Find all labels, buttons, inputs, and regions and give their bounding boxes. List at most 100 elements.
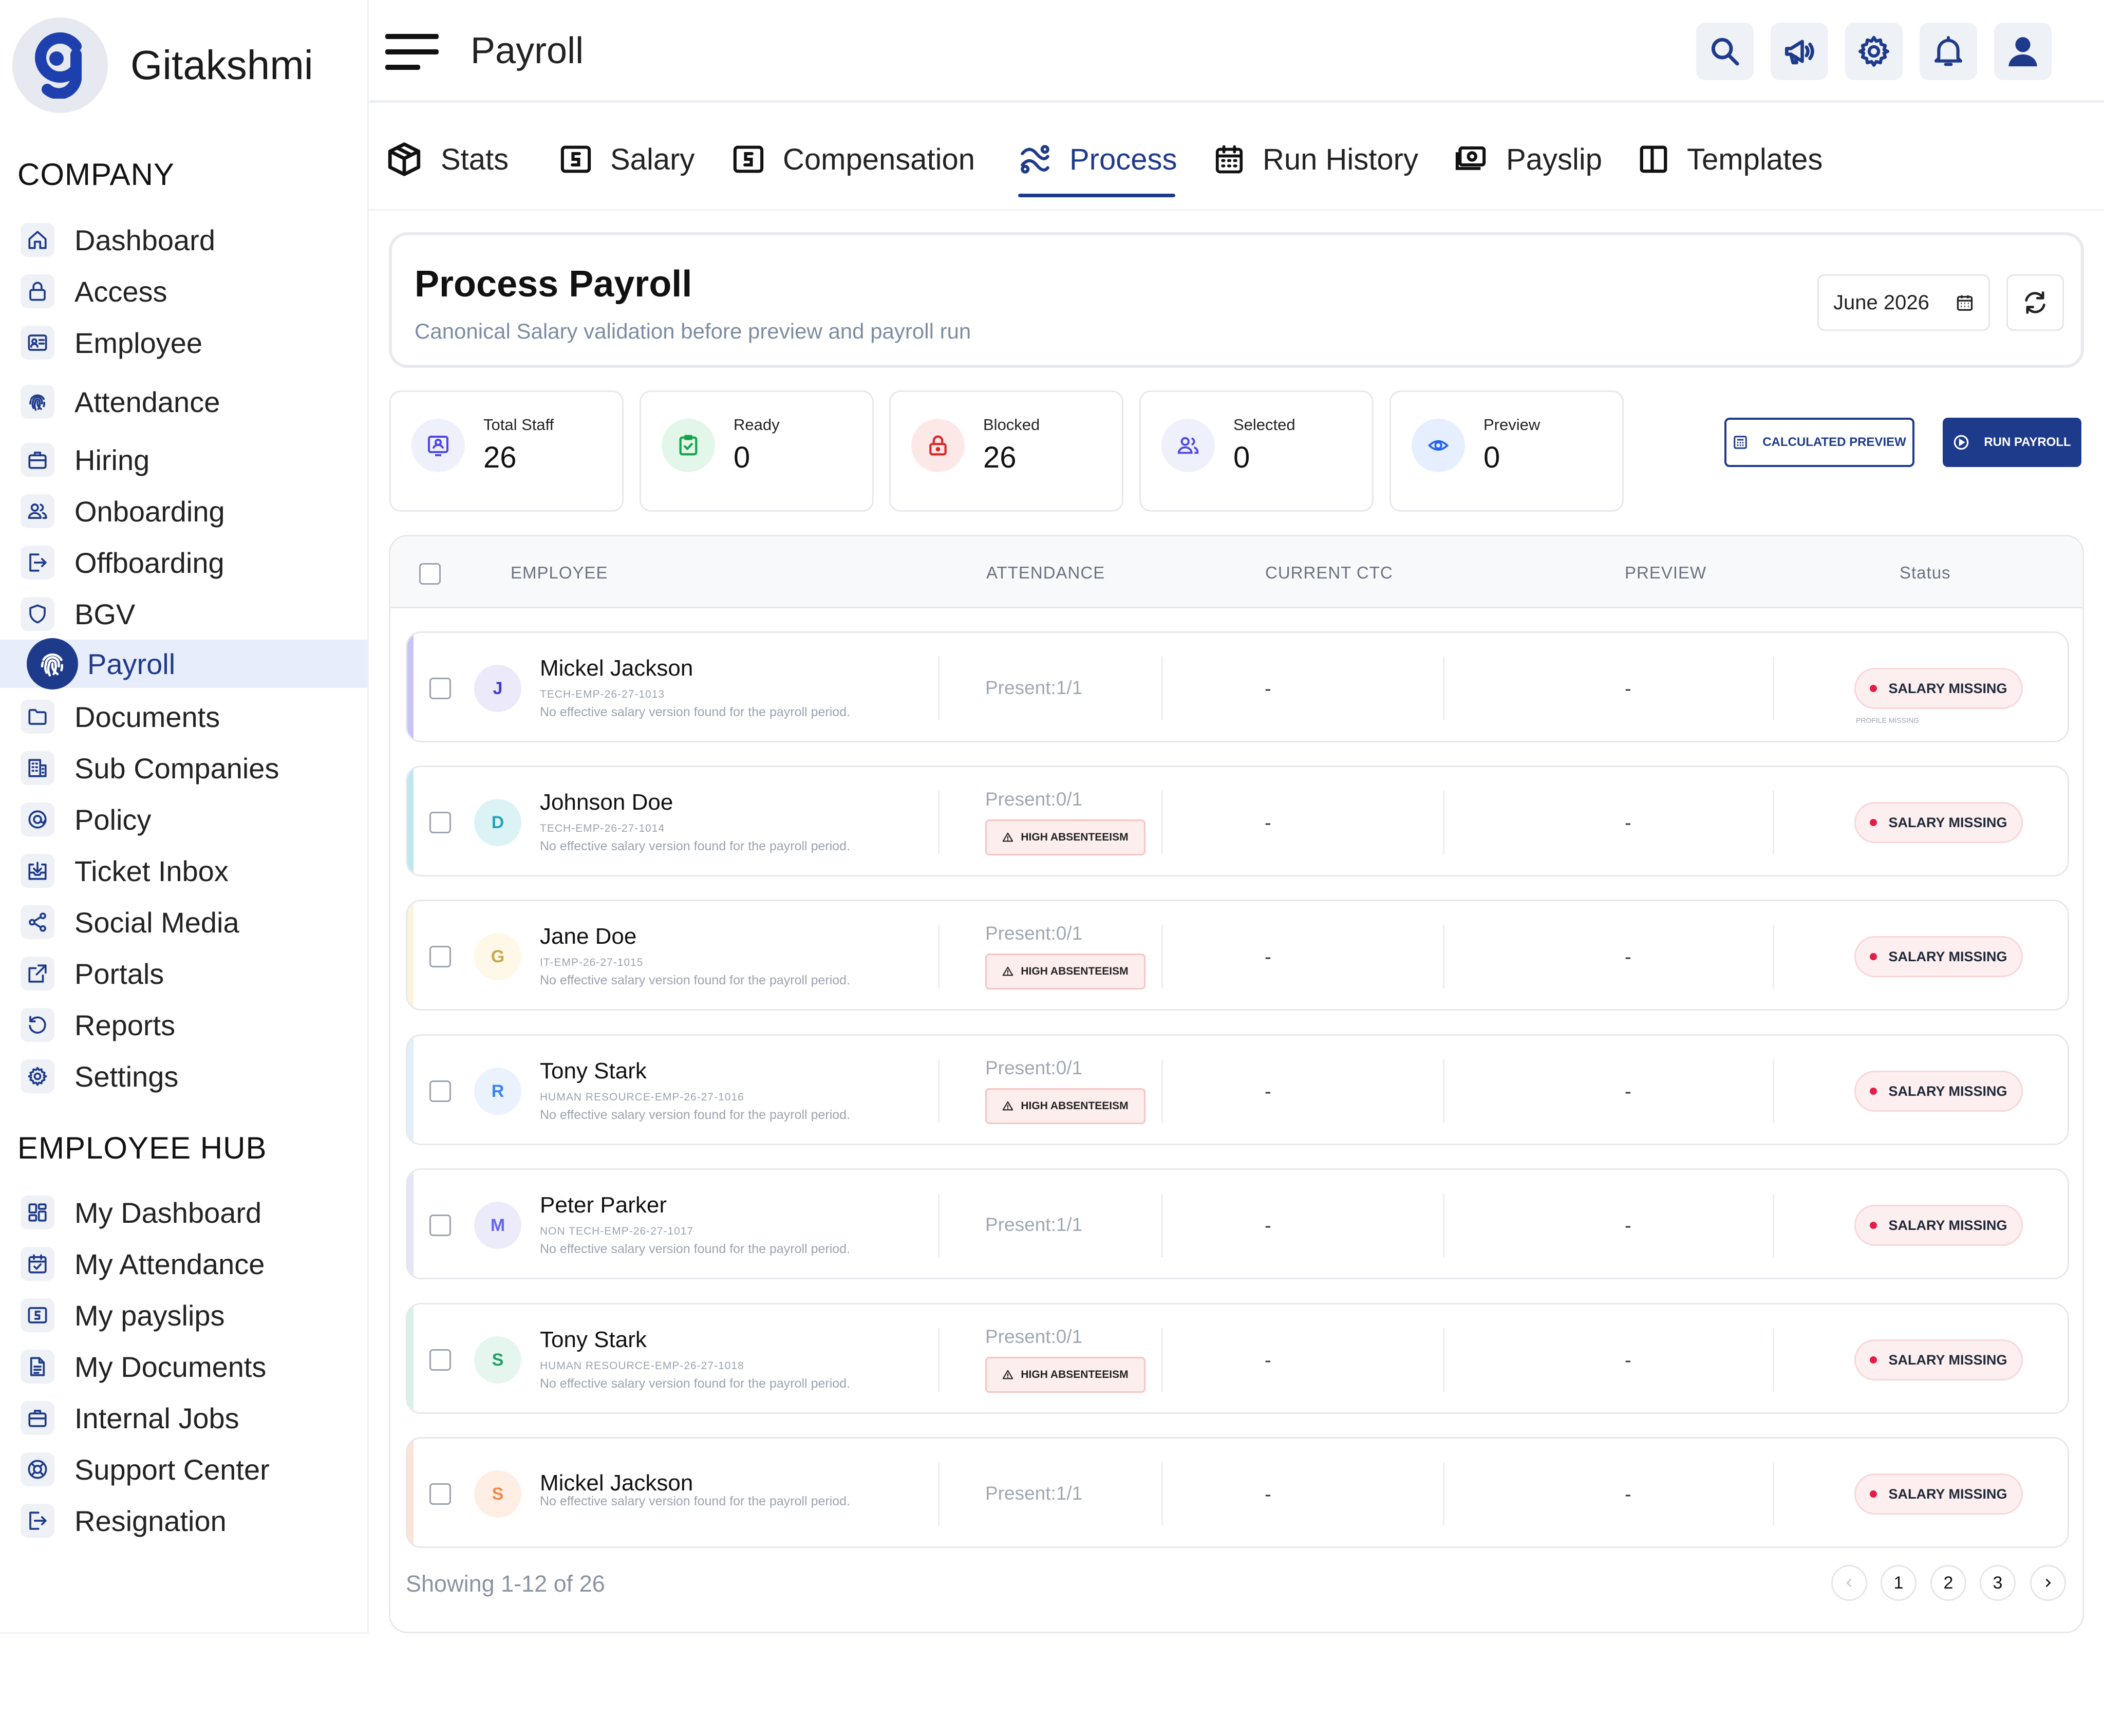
table-row[interactable]: R Tony Stark HUMAN RESOURCE-EMP-26-27-1016… <box>406 1034 2069 1145</box>
stat-selected: Selected 0 <box>1139 390 1374 512</box>
stat-blocked: Blocked 26 <box>889 390 1123 512</box>
row-checkbox[interactable] <box>429 678 451 699</box>
sidebar-item-portals[interactable]: Portals <box>0 949 367 998</box>
row-checkbox[interactable] <box>429 1349 451 1371</box>
sidebar-item-label: My Documents <box>74 1350 267 1383</box>
status-badge: SALARY MISSING <box>1854 802 2023 843</box>
sidebar-item-my-dashboard[interactable]: My Dashboard <box>0 1188 367 1237</box>
row-checkbox[interactable] <box>429 946 451 967</box>
profile-button[interactable] <box>1994 23 2052 80</box>
refresh-button[interactable] <box>2006 274 2064 331</box>
status-label: SALARY MISSING <box>1888 814 2007 830</box>
brand[interactable]: Gitakshmi <box>12 17 313 113</box>
employee-note: No effective salary version found for th… <box>540 1242 851 1256</box>
divider <box>938 1193 940 1257</box>
sidebar-item-label: Internal Jobs <box>74 1402 239 1434</box>
column-status: Status <box>1900 563 1951 582</box>
sidebar-item-payroll[interactable]: Payroll <box>0 638 367 689</box>
sidebar-item-support-center[interactable]: Support Center <box>0 1445 367 1494</box>
search-button[interactable] <box>1696 23 1754 80</box>
sidebar-item-access[interactable]: Access <box>0 267 367 315</box>
sidebar-item-onboarding[interactable]: Onboarding <box>0 487 367 535</box>
currency-box-icon <box>559 142 593 176</box>
sidebar-item-bgv[interactable]: BGV <box>0 590 367 638</box>
sidebar-item-employee[interactable]: Employee <box>0 319 367 367</box>
divider <box>938 1059 940 1123</box>
status-dot <box>1870 1222 1877 1229</box>
stat-label: Blocked <box>983 416 1040 434</box>
menu-icon[interactable] <box>385 34 439 71</box>
calculated-preview-label: CALCULATED PREVIEW <box>1762 435 1906 449</box>
external-link-icon <box>21 957 54 991</box>
settings-button[interactable] <box>1845 23 1903 80</box>
sidebar-item-settings[interactable]: Settings <box>0 1052 367 1100</box>
sidebar-item-attendance[interactable]: Attendance <box>0 378 367 426</box>
fingerprint-icon <box>27 638 78 689</box>
tab-process[interactable]: Process <box>1018 136 1177 182</box>
sidebar-item-my-documents[interactable]: My Documents <box>0 1342 367 1391</box>
select-all-checkbox[interactable] <box>419 563 441 585</box>
staff-icon <box>411 419 465 472</box>
sidebar-item-social-media[interactable]: Social Media <box>0 898 367 946</box>
absenteeism-label: HIGH ABSENTEEISM <box>1021 1369 1129 1380</box>
tab-run-history[interactable]: Run History <box>1213 136 1418 182</box>
divider <box>1443 657 1444 720</box>
page-button-1[interactable]: 1 <box>1881 1565 1917 1601</box>
announcements-button[interactable] <box>1771 23 1828 80</box>
calculated-preview-button[interactable]: CALCULATED PREVIEW <box>1724 418 1914 467</box>
avatar: J <box>474 665 521 712</box>
sidebar-item-label: Access <box>74 275 167 308</box>
sidebar-item-reports[interactable]: Reports <box>0 1001 367 1049</box>
notifications-button[interactable] <box>1920 23 1977 80</box>
sidebar-item-hiring[interactable]: Hiring <box>0 436 367 484</box>
stat-value: 0 <box>1483 441 1500 474</box>
employee-name: Johnson Doe <box>540 790 673 815</box>
tab-payslip[interactable]: Payslip <box>1453 136 1602 182</box>
row-checkbox[interactable] <box>429 1215 451 1236</box>
table-row[interactable]: D Johnson Doe TECH-EMP-26-27-1014 No effect… <box>406 766 2069 876</box>
stat-label: Ready <box>734 416 780 434</box>
table-row[interactable]: J Mickel Jackson TECH-EMP-26-27-1013 No eff… <box>406 631 2069 742</box>
row-checkbox[interactable] <box>429 1483 451 1505</box>
calendar-icon <box>1213 142 1245 176</box>
tab-label: Run History <box>1263 142 1418 176</box>
divider <box>1773 657 1774 720</box>
month-value: June 2026 <box>1833 291 1929 314</box>
table-row[interactable]: G Jane Doe IT-EMP-26-27-1015 No effective s… <box>406 900 2069 1011</box>
sidebar-item-resignation[interactable]: Resignation <box>0 1497 367 1545</box>
sidebar-item-documents[interactable]: Documents <box>0 693 367 741</box>
preview-value: - <box>1625 946 1631 968</box>
table-row[interactable]: S Tony Stark HUMAN RESOURCE-EMP-26-27-1018… <box>406 1303 2069 1414</box>
warning-icon <box>1003 832 1013 842</box>
warning-icon <box>1003 1101 1013 1111</box>
row-checkbox[interactable] <box>429 812 451 833</box>
prev-page-button[interactable] <box>1831 1565 1867 1601</box>
tab-salary[interactable]: Salary <box>559 136 694 182</box>
page-button-2[interactable]: 2 <box>1930 1565 1966 1601</box>
run-payroll-button[interactable]: RUN PAYROLL <box>1943 418 2081 467</box>
sidebar-item-my-attendance[interactable]: My Attendance <box>0 1240 367 1288</box>
sidebar-item-internal-jobs[interactable]: Internal Jobs <box>0 1394 367 1442</box>
current-ctc-value: - <box>1265 812 1271 834</box>
page-button-3[interactable]: 3 <box>1980 1565 2016 1601</box>
tab-compensation[interactable]: Compensation <box>731 136 975 182</box>
sidebar-item-ticket-inbox[interactable]: Ticket Inbox <box>0 847 367 895</box>
table-row[interactable]: M Peter Parker NON TECH-EMP-26-27-1017 No e… <box>406 1168 2069 1279</box>
sidebar-item-dashboard[interactable]: Dashboard <box>0 216 367 264</box>
sidebar-item-offboarding[interactable]: Offboarding <box>0 538 367 587</box>
sidebar-item-sub-companies[interactable]: Sub Companies <box>0 744 367 792</box>
sidebar-item-my-payslips[interactable]: My payslips <box>0 1291 367 1339</box>
divider <box>1443 1328 1444 1392</box>
tab-templates[interactable]: Templates <box>1638 136 1823 182</box>
avatar: S <box>474 1470 521 1518</box>
tab-stats[interactable]: Stats <box>385 136 509 182</box>
lock-icon <box>21 274 54 308</box>
month-picker[interactable]: June 2026 <box>1817 274 1990 331</box>
divider <box>1161 657 1163 720</box>
home-icon <box>21 223 54 257</box>
next-page-button[interactable] <box>2030 1565 2066 1601</box>
row-checkbox[interactable] <box>429 1080 451 1102</box>
table-row[interactable]: S Mickel Jackson No effective salary versi… <box>406 1437 2069 1548</box>
sidebar-item-policy[interactable]: Policy <box>0 795 367 844</box>
search-icon <box>1711 38 1739 66</box>
